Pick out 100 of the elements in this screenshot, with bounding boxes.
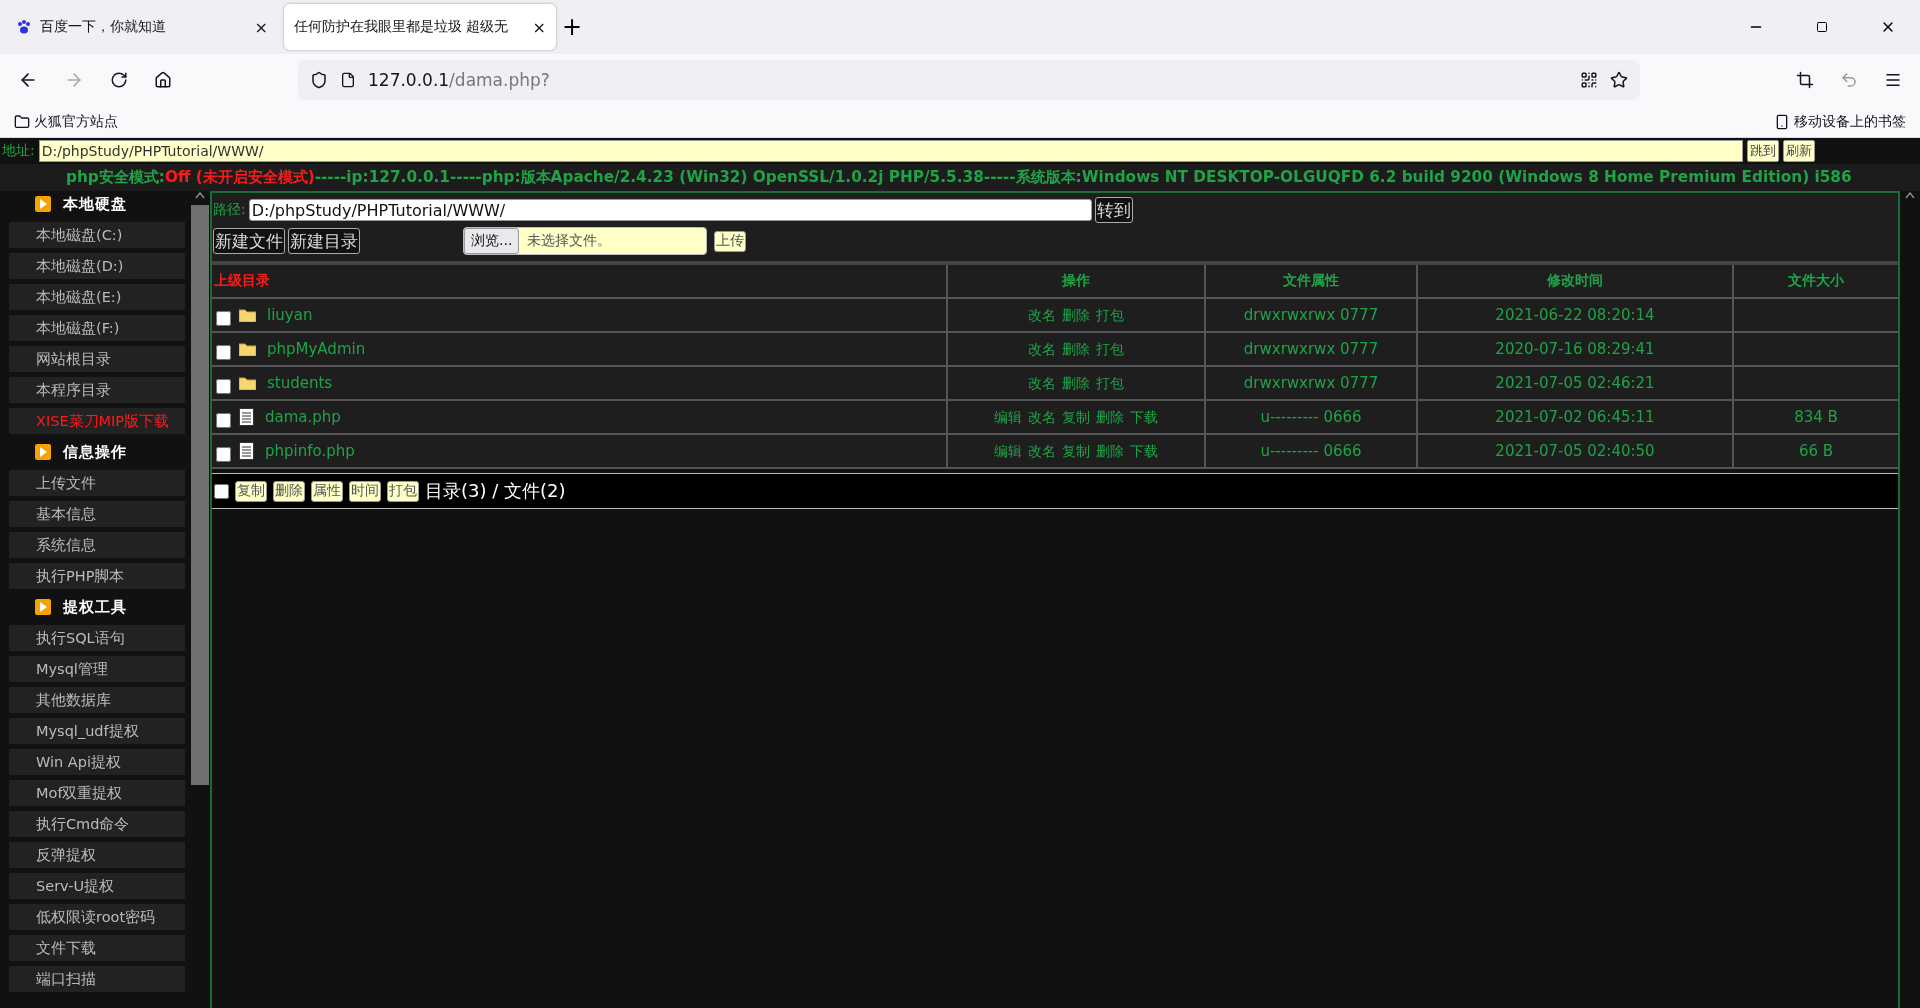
file-name-link[interactable]: liuyan	[267, 306, 313, 324]
sidebar-link[interactable]: 本地磁盘(D:)	[9, 253, 185, 279]
batch-button[interactable]: 删除	[273, 480, 305, 502]
undo-icon[interactable]	[1840, 71, 1858, 89]
bookmark-star-icon[interactable]	[1610, 71, 1628, 89]
address-field[interactable]: D:/phpStudy/PHPTutorial/WWW/	[38, 140, 1743, 162]
sidebar-link[interactable]: 本地磁盘(E:)	[9, 284, 185, 310]
batch-button[interactable]: 复制	[235, 480, 267, 502]
column-header: 操作	[946, 265, 1204, 299]
sidebar-link[interactable]: 执行SQL语句	[9, 625, 185, 651]
sidebar-link[interactable]: Mof双重提权	[9, 780, 185, 806]
parent-directory-link[interactable]: 上级目录	[212, 265, 946, 299]
row-checkbox[interactable]	[216, 344, 231, 360]
action-link[interactable]: 改名	[1028, 442, 1056, 459]
file-name-link[interactable]: dama.php	[265, 408, 341, 426]
action-link[interactable]: 打包	[1096, 306, 1124, 323]
bookmark-item[interactable]: 火狐官方站点	[14, 112, 118, 131]
browser-tab[interactable]: 百度一下，你就知道 ×	[6, 4, 278, 50]
sidebar-link[interactable]: 网站根目录	[9, 346, 185, 372]
file-field[interactable]: 浏览... 未选择文件。	[463, 227, 707, 255]
close-icon[interactable]: ×	[532, 17, 546, 37]
url-field[interactable]: 127.0.0.1/dama.php?	[298, 60, 1640, 100]
browse-button[interactable]: 浏览...	[464, 228, 520, 254]
home-icon[interactable]	[154, 71, 172, 89]
restore-icon[interactable]	[1816, 21, 1828, 33]
sidebar-link[interactable]: XISE菜刀MIP版下载	[9, 408, 185, 434]
sidebar-link[interactable]: 上传文件	[9, 470, 185, 496]
sidebar-link[interactable]: 本地磁盘(F:)	[9, 315, 185, 341]
address-button[interactable]: 跳到	[1746, 140, 1779, 162]
table-cell: 2021-07-02 06:45:11	[1416, 401, 1732, 435]
create-button[interactable]: 新建文件	[213, 228, 285, 254]
phone-icon	[1774, 113, 1790, 130]
table-cell: 2021-07-05 02:46:21	[1416, 367, 1732, 401]
scroll-up-icon[interactable]	[1905, 191, 1915, 199]
batch-button[interactable]: 打包	[387, 480, 419, 502]
document-icon	[239, 442, 254, 460]
action-link[interactable]: 改名	[1028, 340, 1056, 357]
file-name-link[interactable]: phpMyAdmin	[267, 340, 366, 358]
sidebar-link[interactable]: 基本信息	[9, 501, 185, 527]
sidebar-link[interactable]: 低权限读root密码	[9, 904, 185, 930]
sidebar-link[interactable]: Serv-U提权	[9, 873, 185, 899]
action-link[interactable]: 删除	[1062, 340, 1090, 357]
action-link[interactable]: 删除	[1096, 408, 1124, 425]
action-link[interactable]: 改名	[1028, 374, 1056, 391]
sidebar-link[interactable]: 本程序目录	[9, 377, 185, 403]
action-link[interactable]: 改名	[1028, 306, 1056, 323]
row-checkbox[interactable]	[216, 412, 231, 428]
action-link[interactable]: 下载	[1130, 442, 1158, 459]
scrollbar-thumb[interactable]	[191, 205, 209, 785]
group-title: 提权工具	[63, 597, 127, 617]
sidebar-link[interactable]: 文件下载	[9, 935, 185, 961]
action-link[interactable]: 打包	[1096, 374, 1124, 391]
batch-button[interactable]: 时间	[349, 480, 381, 502]
qr-code-icon[interactable]	[1580, 71, 1598, 89]
batch-button[interactable]: 属性	[311, 480, 343, 502]
sidebar-link[interactable]: 反弹提权	[9, 842, 185, 868]
new-tab-button[interactable]: +	[562, 13, 583, 41]
close-icon[interactable]: ×	[254, 17, 268, 37]
sidebar-link[interactable]: 端口扫描	[9, 966, 185, 992]
sidebar-link[interactable]: 本地磁盘(C:)	[9, 222, 185, 248]
sidebar-link[interactable]: Mysql管理	[9, 656, 185, 682]
reload-icon[interactable]	[110, 71, 128, 89]
sidebar-link[interactable]: 系统信息	[9, 532, 185, 558]
crop-icon[interactable]	[1796, 71, 1814, 89]
browser-tab[interactable]: 任何防护在我眼里都是垃圾 超级无 ×	[284, 4, 556, 50]
go-button[interactable]: 转到	[1094, 197, 1133, 223]
sidebar-link[interactable]: Win Api提权	[9, 749, 185, 775]
action-link[interactable]: 打包	[1096, 340, 1124, 357]
action-link[interactable]: 编辑	[994, 442, 1022, 459]
sidebar-link[interactable]: 执行PHP脚本	[9, 563, 185, 589]
path-label: 路径:	[213, 201, 246, 219]
play-icon	[35, 444, 51, 460]
action-link[interactable]: 下载	[1130, 408, 1158, 425]
action-link[interactable]: 删除	[1096, 442, 1124, 459]
sidebar-link[interactable]: 执行Cmd命令	[9, 811, 185, 837]
create-button[interactable]: 新建目录	[288, 228, 360, 254]
table-cell: drwxrwxrwx 0777	[1204, 299, 1416, 333]
column-header: 文件大小	[1732, 265, 1898, 299]
select-all-checkbox[interactable]	[214, 483, 229, 499]
scroll-up-icon[interactable]	[195, 191, 205, 199]
action-link[interactable]: 改名	[1028, 408, 1056, 425]
file-name-link[interactable]: students	[267, 374, 333, 392]
row-checkbox[interactable]	[216, 310, 231, 326]
menu-icon[interactable]	[1884, 71, 1902, 89]
sidebar-link[interactable]: 其他数据库	[9, 687, 185, 713]
action-link[interactable]: 复制	[1062, 442, 1090, 459]
row-checkbox[interactable]	[216, 446, 231, 462]
bookmark-item[interactable]: 移动设备上的书签	[1774, 112, 1906, 131]
action-link[interactable]: 删除	[1062, 306, 1090, 323]
table-cell: 66 B	[1732, 435, 1898, 469]
upload-button[interactable]: 上传	[714, 230, 746, 252]
sidebar-link[interactable]: Mysql_udf提权	[9, 718, 185, 744]
file-name-link[interactable]: phpinfo.php	[265, 442, 355, 460]
action-link[interactable]: 删除	[1062, 374, 1090, 391]
address-button[interactable]: 刷新	[1782, 140, 1815, 162]
table-cell: 2020-07-16 08:29:41	[1416, 333, 1732, 367]
action-link[interactable]: 编辑	[994, 408, 1022, 425]
row-checkbox[interactable]	[216, 378, 231, 394]
action-link[interactable]: 复制	[1062, 408, 1090, 425]
path-field[interactable]: D:/phpStudy/PHPTutorial/WWW/	[248, 199, 1092, 221]
